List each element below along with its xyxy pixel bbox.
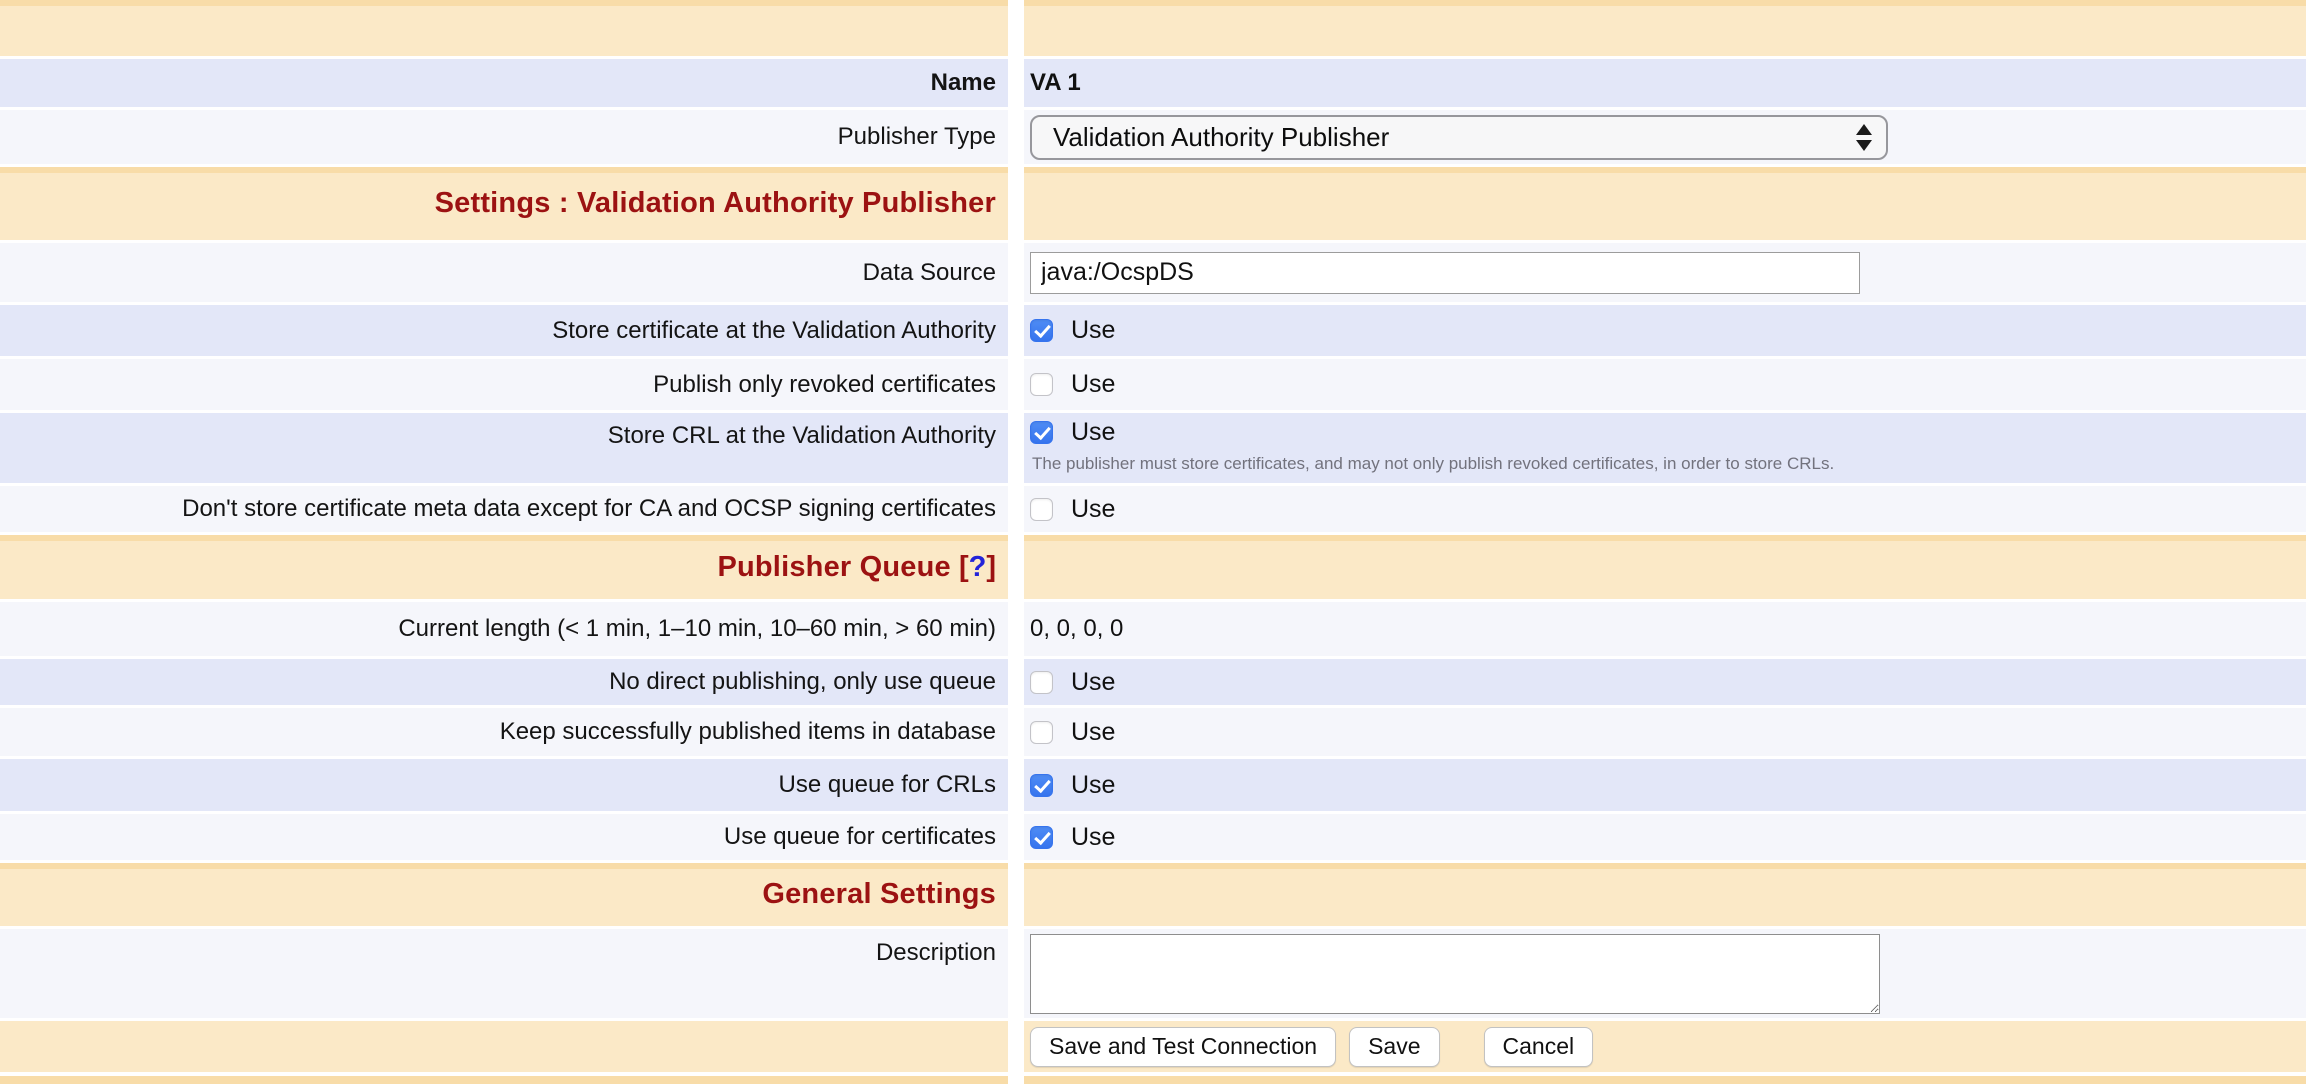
publisher-type-row: Publisher Type Validation Authority Publ… [0, 110, 2306, 164]
store-certificate-checkbox[interactable] [1030, 319, 1053, 342]
save-and-test-connection-button[interactable]: Save and Test Connection [1030, 1027, 1336, 1067]
form-actions-row: Save and Test Connection Save Cancel [0, 1021, 2306, 1072]
use-label: Use [1071, 495, 1115, 524]
data-source-row: Data Source [0, 243, 2306, 302]
use-label: Use [1071, 370, 1115, 399]
description-row: Description [0, 929, 2306, 1018]
use-queue-certs-row: Use queue for certificates Use [0, 814, 2306, 860]
data-source-input[interactable] [1030, 252, 1860, 294]
top-band-right [1024, 0, 2306, 56]
bottom-section-band [0, 1076, 2306, 1084]
use-label: Use [1071, 771, 1115, 800]
name-row: Name VA 1 [0, 59, 2306, 107]
publish-only-revoked-checkbox[interactable] [1030, 373, 1053, 396]
current-length-row: Current length (< 1 min, 1–10 min, 10–60… [0, 602, 2306, 656]
use-label: Use [1071, 668, 1115, 697]
no-direct-publishing-row: No direct publishing, only use queue Use [0, 659, 2306, 705]
store-crl-note: The publisher must store certificates, a… [1030, 454, 1834, 474]
data-source-label: Data Source [863, 259, 996, 287]
use-queue-certs-checkbox[interactable] [1030, 826, 1053, 849]
save-button[interactable]: Save [1349, 1027, 1439, 1067]
dont-store-meta-checkbox[interactable] [1030, 498, 1053, 521]
dont-store-meta-row: Don't store certificate meta data except… [0, 486, 2306, 532]
use-queue-crls-checkbox[interactable] [1030, 774, 1053, 797]
settings-section-header: Settings : Validation Authority Publishe… [0, 167, 2306, 240]
publisher-queue-header-title: Publisher Queue [717, 551, 950, 584]
use-queue-certs-label: Use queue for certificates [724, 823, 996, 851]
publish-only-revoked-row: Publish only revoked certificates Use [0, 359, 2306, 410]
publisher-queue-help-link[interactable]: ? [969, 551, 987, 584]
top-section-band [0, 0, 2306, 56]
keep-published-row: Keep successfully published items in dat… [0, 708, 2306, 756]
publish-only-revoked-label: Publish only revoked certificates [653, 371, 996, 399]
column-gap [1008, 0, 1024, 56]
keep-published-checkbox[interactable] [1030, 721, 1053, 744]
name-label: Name [931, 69, 996, 97]
use-queue-crls-label: Use queue for CRLs [779, 771, 996, 799]
store-certificate-row: Store certificate at the Validation Auth… [0, 305, 2306, 356]
help-bracket-open: [ [951, 551, 969, 584]
dont-store-meta-label: Don't store certificate meta data except… [182, 495, 996, 523]
publisher-queue-section-header: Publisher Queue [?] [0, 535, 2306, 599]
settings-header-title: Settings : Validation Authority Publishe… [435, 187, 996, 220]
general-settings-section-header: General Settings [0, 863, 2306, 926]
store-crl-row: Store CRL at the Validation Authority Us… [0, 413, 2306, 483]
use-label: Use [1071, 418, 1115, 447]
use-label: Use [1071, 718, 1115, 747]
select-stepper-arrows-icon [1856, 124, 1872, 151]
description-label: Description [876, 939, 996, 967]
store-crl-label: Store CRL at the Validation Authority [608, 422, 996, 450]
use-queue-crls-row: Use queue for CRLs Use [0, 759, 2306, 811]
general-settings-header-title: General Settings [762, 878, 996, 911]
description-textarea[interactable] [1030, 934, 1880, 1014]
publisher-type-select[interactable]: Validation Authority Publisher [1030, 115, 1888, 160]
current-length-value: 0, 0, 0, 0 [1030, 615, 1123, 643]
use-label: Use [1071, 823, 1115, 852]
help-bracket-close: ] [986, 551, 996, 584]
publisher-type-selected-value: Validation Authority Publisher [1053, 122, 1856, 153]
use-label: Use [1071, 316, 1115, 345]
no-direct-publishing-label: No direct publishing, only use queue [609, 668, 996, 696]
cancel-button[interactable]: Cancel [1484, 1027, 1594, 1067]
publisher-edit-form: Name VA 1 Publisher Type Validation Auth… [0, 0, 2306, 1084]
name-value: VA 1 [1030, 69, 1081, 97]
store-crl-checkbox[interactable] [1030, 421, 1053, 444]
publisher-type-label: Publisher Type [838, 123, 996, 151]
top-band-left [0, 0, 1008, 56]
keep-published-label: Keep successfully published items in dat… [500, 718, 996, 746]
current-length-label: Current length (< 1 min, 1–10 min, 10–60… [398, 615, 996, 643]
store-certificate-label: Store certificate at the Validation Auth… [552, 317, 996, 345]
no-direct-publishing-checkbox[interactable] [1030, 671, 1053, 694]
